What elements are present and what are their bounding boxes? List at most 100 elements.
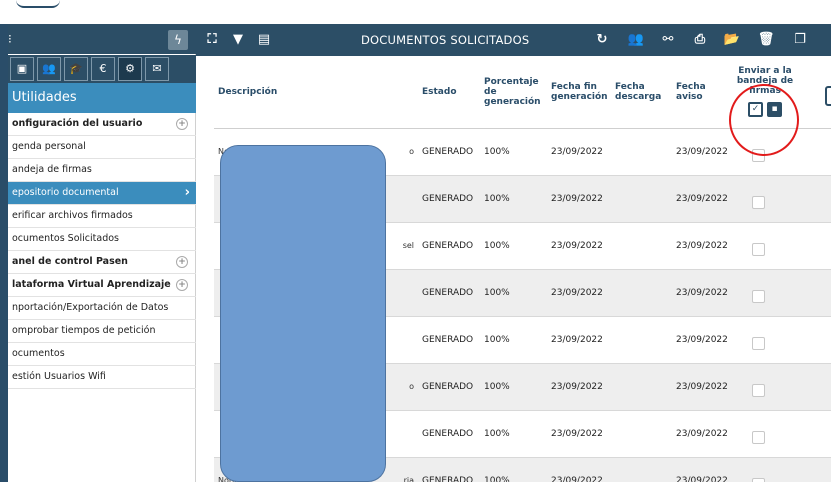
cell-fecha-aviso: 23/09/2022 xyxy=(672,128,730,176)
sidebar-icon-row: ▣ 👥 🎓 € ⚙ ✉ xyxy=(8,55,196,83)
cell-fecha-aviso: 23/09/2022 xyxy=(672,410,730,458)
cell-fecha-descarga xyxy=(611,363,672,411)
cell-estado: GENERADO xyxy=(418,269,480,317)
send-to-signature-checkbox[interactable] xyxy=(752,290,765,303)
page-title: DOCUMENTOS SOLICITADOS xyxy=(361,33,530,47)
sidebar-item-bandeja-firmas[interactable]: andeja de firmas xyxy=(8,159,196,182)
cell-fecha-fin: 23/09/2022 xyxy=(547,222,611,270)
cell-estado: GENERADO xyxy=(418,457,480,482)
users-icon[interactable]: 👥 xyxy=(626,24,646,56)
expand-icon[interactable]: ⛶ xyxy=(202,24,222,56)
sidebar-header: ⁝ ϟ xyxy=(0,24,196,54)
sidebar-item-verificar-archivos[interactable]: erificar archivos firmados xyxy=(8,205,196,228)
col-header-porcentaje[interactable]: Porcentaje de generación xyxy=(480,56,547,129)
sidebar-item-documentos-solicitados[interactable]: ocumentos Solicitados xyxy=(8,228,196,251)
col-header-fecha-fin[interactable]: Fecha fin generación xyxy=(547,56,611,129)
main-toolbar: ⛶ ▼ ▤ DOCUMENTOS SOLICITADOS ↻ 👥 ⚯ ⎙ 📂 🗑… xyxy=(196,24,831,56)
print-icon[interactable]: ⎙ xyxy=(690,24,710,56)
plus-circle-icon[interactable]: + xyxy=(176,118,188,130)
sidebar-item-configuracion-usuario[interactable]: onfiguración del usuario + xyxy=(8,113,196,136)
sidebar-item-label: anel de control Pasen xyxy=(12,256,128,267)
menu-grip-icon[interactable]: ⁝ xyxy=(8,32,12,46)
sidebar-section-title: Utilidades xyxy=(8,83,196,113)
bolt-icon[interactable]: ϟ xyxy=(168,30,188,50)
cell-fecha-aviso: 23/09/2022 xyxy=(672,316,730,364)
plus-circle-icon[interactable]: + xyxy=(176,256,188,268)
envelope-icon[interactable]: ✉ xyxy=(145,57,169,81)
cell-enviar xyxy=(730,363,800,411)
cell-extra xyxy=(800,316,831,364)
send-to-signature-checkbox[interactable] xyxy=(752,384,765,397)
sidebar-item-plataforma-virtual[interactable]: lataforma Virtual Aprendizaje + xyxy=(8,274,196,297)
cell-fecha-descarga xyxy=(611,457,672,482)
sidebar-item-label: andeja de firmas xyxy=(12,164,92,175)
sidebar-item-panel-pasen[interactable]: anel de control Pasen + xyxy=(8,251,196,274)
euro-icon[interactable]: € xyxy=(91,57,115,81)
sidebar-item-label: nportación/Exportación de Datos xyxy=(12,302,169,313)
sidebar-edge xyxy=(0,24,8,482)
cell-estado: GENERADO xyxy=(418,128,480,176)
column-toggle-icon[interactable] xyxy=(825,86,831,106)
sidebar-item-documentos[interactable]: ocumentos xyxy=(8,343,196,366)
cell-enviar xyxy=(730,222,800,270)
col-header-descripcion[interactable]: Descripción xyxy=(214,56,418,129)
graduation-cap-icon[interactable]: 🎓 xyxy=(64,57,88,81)
cell-fecha-fin: 23/09/2022 xyxy=(547,269,611,317)
cell-enviar xyxy=(730,457,800,482)
cell-extra xyxy=(800,175,831,223)
cell-fecha-fin: 23/09/2022 xyxy=(547,410,611,458)
cell-enviar xyxy=(730,175,800,223)
cell-fecha-aviso: 23/09/2022 xyxy=(672,175,730,223)
cell-estado: GENERADO xyxy=(418,222,480,270)
cell-estado: GENERADO xyxy=(418,316,480,364)
col-header-fecha-descarga[interactable]: Fecha descarga xyxy=(611,56,672,129)
sidebar-item-importacion-exportacion[interactable]: nportación/Exportación de Datos xyxy=(8,297,196,320)
col-header-estado[interactable]: Estado xyxy=(418,56,480,129)
chevron-right-icon: › xyxy=(184,185,190,200)
cell-estado: GENERADO xyxy=(418,410,480,458)
col-header-fecha-aviso[interactable]: Fecha aviso xyxy=(672,56,730,129)
cell-fecha-aviso: 23/09/2022 xyxy=(672,222,730,270)
sidebar-item-agenda-personal[interactable]: genda personal xyxy=(8,136,196,159)
sidebar-item-label: epositorio documental xyxy=(12,187,119,198)
refresh-icon[interactable]: ↻ xyxy=(592,24,612,56)
sidebar-item-repositorio-documental[interactable]: epositorio documental › xyxy=(8,182,196,205)
send-to-signature-checkbox[interactable] xyxy=(752,478,765,482)
copy-icon[interactable]: ❐ xyxy=(790,24,810,56)
gears-icon[interactable]: ⚙ xyxy=(118,57,142,81)
cell-porcentaje: 100% xyxy=(480,457,547,482)
sidebar-item-label: ocumentos Solicitados xyxy=(12,233,120,244)
send-to-signature-checkbox[interactable] xyxy=(752,337,765,350)
cell-fecha-fin: 23/09/2022 xyxy=(547,175,611,223)
filter-icon[interactable]: ▼ xyxy=(228,24,248,56)
top-header xyxy=(0,0,831,24)
cell-enviar xyxy=(730,316,800,364)
trash-icon[interactable]: 🗑 xyxy=(756,24,776,56)
send-to-signature-checkbox[interactable] xyxy=(752,431,765,444)
sidebar-item-comprobar-tiempos[interactable]: omprobar tiempos de petición xyxy=(8,320,196,343)
cell-porcentaje: 100% xyxy=(480,222,547,270)
sidebar-item-label: estión Usuarios Wifi xyxy=(12,371,106,382)
grid-icon[interactable]: ▣ xyxy=(10,57,34,81)
sidebar-item-label: ocumentos xyxy=(12,348,65,359)
sidebar-item-label: onfiguración del usuario xyxy=(12,118,143,129)
cell-enviar xyxy=(730,269,800,317)
cell-descripcion-end: sel xyxy=(402,241,414,250)
binoculars-icon[interactable]: ⚯ xyxy=(658,24,678,56)
cell-porcentaje: 100% xyxy=(480,128,547,176)
cell-extra xyxy=(800,457,831,482)
cell-enviar xyxy=(730,410,800,458)
cell-fecha-descarga xyxy=(611,222,672,270)
plus-circle-icon[interactable]: + xyxy=(176,279,188,291)
send-to-signature-checkbox[interactable] xyxy=(752,196,765,209)
app-window: ⁝ ϟ ▣ 👥 🎓 € ⚙ ✉ Utilidades onfiguración … xyxy=(0,0,831,482)
cell-extra xyxy=(800,269,831,317)
folder-open-icon[interactable]: 📂 xyxy=(722,24,742,56)
sidebar-item-usuarios-wifi[interactable]: estión Usuarios Wifi xyxy=(8,366,196,389)
redaction-box xyxy=(220,145,386,482)
cell-fecha-descarga xyxy=(611,316,672,364)
users-icon[interactable]: 👥 xyxy=(37,57,61,81)
pdf-icon[interactable]: ▤ xyxy=(254,24,274,56)
cell-extra xyxy=(800,222,831,270)
send-to-signature-checkbox[interactable] xyxy=(752,243,765,256)
